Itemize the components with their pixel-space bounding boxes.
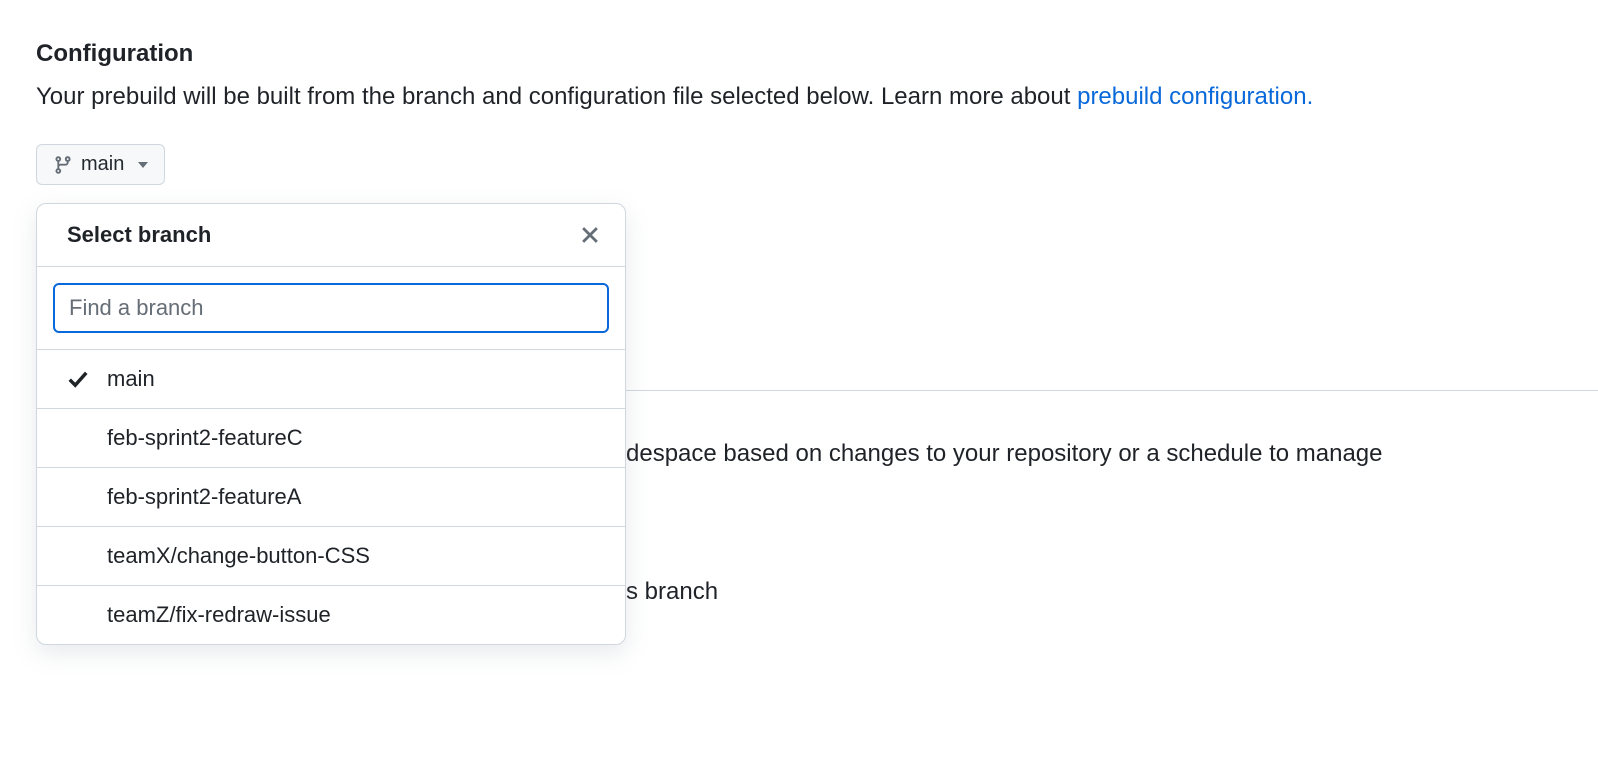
- branch-list: main feb-sprint2-featureC feb-sprint2-fe…: [37, 349, 625, 644]
- caret-down-icon: [138, 162, 148, 168]
- check-icon: [67, 368, 89, 390]
- branch-item-label: feb-sprint2-featureA: [107, 484, 301, 510]
- branch-item-label: teamX/change-button-CSS: [107, 543, 370, 569]
- branch-selector-button[interactable]: main: [36, 144, 165, 185]
- branch-item-feb-sprint2-featurec[interactable]: feb-sprint2-featureC: [37, 408, 625, 467]
- dropdown-filter-wrapper: [37, 267, 625, 349]
- branch-filter-input[interactable]: [53, 283, 609, 333]
- branch-item-label: feb-sprint2-featureC: [107, 425, 303, 451]
- branch-item-label: teamZ/fix-redraw-issue: [107, 602, 331, 628]
- configuration-description: Your prebuild will be built from the bra…: [36, 78, 1562, 116]
- close-icon: [579, 224, 601, 246]
- close-dropdown-button[interactable]: [575, 220, 605, 250]
- branch-selector-label: main: [81, 153, 124, 176]
- branch-item-label: main: [107, 366, 155, 392]
- git-branch-icon: [53, 155, 73, 175]
- configuration-description-text: Your prebuild will be built from the bra…: [36, 83, 1077, 110]
- branch-item-teamx-change-button-css[interactable]: teamX/change-button-CSS: [37, 526, 625, 585]
- background-partial-text-1: despace based on changes to your reposit…: [626, 440, 1586, 468]
- branch-item-teamz-fix-redraw-issue[interactable]: teamZ/fix-redraw-issue: [37, 585, 625, 644]
- dropdown-header: Select branch: [37, 204, 625, 267]
- configuration-title: Configuration: [36, 40, 1562, 68]
- branch-item-feb-sprint2-featurea[interactable]: feb-sprint2-featureA: [37, 467, 625, 526]
- prebuild-configuration-link[interactable]: prebuild configuration.: [1077, 83, 1313, 110]
- background-partial-text-2: s branch: [626, 578, 1586, 606]
- branch-dropdown-panel: Select branch main feb-sprint2-featureC: [36, 203, 626, 645]
- dropdown-title: Select branch: [67, 222, 211, 248]
- branch-item-main[interactable]: main: [37, 349, 625, 408]
